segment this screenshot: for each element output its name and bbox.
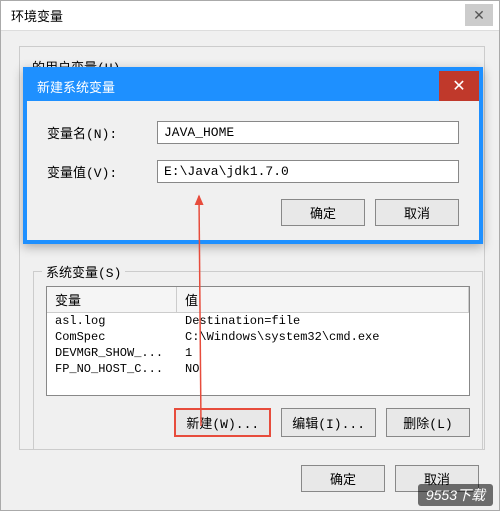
env-window: 环境变量 ✕ 的用户变量(U) 新建系统变量 ✕ 变量名(N): 变量值(V):…	[0, 0, 500, 511]
sysvar-groupbox: 系统变量(S) 变量 值 asl.log Destination=file Co…	[33, 271, 483, 450]
dialog-body: 变量名(N): 变量值(V): 确定 取消	[27, 101, 479, 240]
cell-val: 1	[177, 345, 469, 361]
table-row[interactable]: DEVMGR_SHOW_... 1	[47, 345, 469, 361]
watermark: 9553下载	[418, 484, 493, 506]
var-value-row: 变量值(V):	[47, 160, 459, 183]
cell-var: DEVMGR_SHOW_...	[47, 345, 177, 361]
dialog-button-row: 确定 取消	[47, 199, 459, 226]
cell-var: FP_NO_HOST_C...	[47, 361, 177, 377]
var-value-label: 变量值(V):	[47, 162, 157, 181]
close-icon: ✕	[473, 7, 485, 24]
cell-val: Destination=file	[177, 313, 469, 329]
sysvar-new-button[interactable]: 新建(W)...	[174, 408, 271, 437]
sysvar-delete-button[interactable]: 删除(L)	[386, 408, 470, 437]
col-header-value[interactable]: 值	[177, 287, 469, 312]
dialog-titlebar[interactable]: 新建系统变量 ✕	[27, 71, 479, 101]
dialog-ok-button[interactable]: 确定	[281, 199, 365, 226]
sysvar-edit-button[interactable]: 编辑(I)...	[281, 408, 376, 437]
cell-val: C:\Windows\system32\cmd.exe	[177, 329, 469, 345]
dialog-close-button[interactable]: ✕	[439, 71, 479, 101]
env-ok-button[interactable]: 确定	[301, 465, 385, 492]
var-name-label: 变量名(N):	[47, 123, 157, 142]
table-row[interactable]: ComSpec C:\Windows\system32\cmd.exe	[47, 329, 469, 345]
dialog-cancel-button[interactable]: 取消	[375, 199, 459, 226]
dialog-title: 新建系统变量	[37, 77, 115, 96]
col-header-variable[interactable]: 变量	[47, 287, 177, 312]
close-icon: ✕	[452, 76, 465, 96]
cell-var: ComSpec	[47, 329, 177, 345]
sysvar-table[interactable]: 变量 值 asl.log Destination=file ComSpec C:…	[46, 286, 470, 396]
table-header: 变量 值	[47, 287, 469, 313]
var-value-input[interactable]	[157, 160, 459, 183]
new-sysvar-dialog: 新建系统变量 ✕ 变量名(N): 变量值(V): 确定 取消	[23, 67, 483, 244]
table-row[interactable]: FP_NO_HOST_C... NO	[47, 361, 469, 377]
sysvar-legend: 系统变量(S)	[42, 262, 125, 281]
sysvar-button-row: 新建(W)... 编辑(I)... 删除(L)	[46, 408, 470, 437]
env-window-title: 环境变量	[11, 6, 63, 25]
cell-val: NO	[177, 361, 469, 377]
env-close-button[interactable]: ✕	[465, 4, 493, 26]
cell-var: asl.log	[47, 313, 177, 329]
var-name-input[interactable]	[157, 121, 459, 144]
table-row[interactable]: asl.log Destination=file	[47, 313, 469, 329]
env-window-titlebar: 环境变量	[1, 1, 499, 31]
var-name-row: 变量名(N):	[47, 121, 459, 144]
